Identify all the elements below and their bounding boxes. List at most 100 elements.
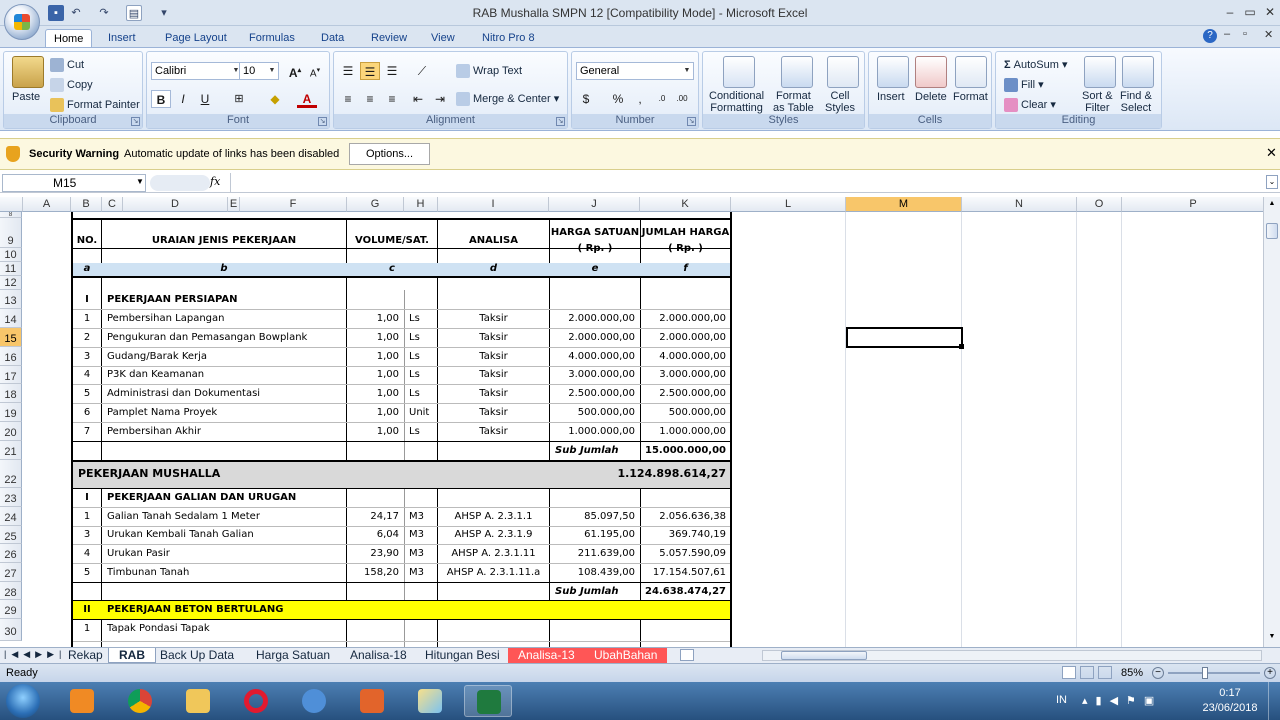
sheet-tab-analisa-18[interactable]: Analisa-18 xyxy=(340,648,417,663)
tab-data[interactable]: Data xyxy=(313,29,352,48)
align-bottom-icon[interactable]: ☰ xyxy=(382,62,402,80)
zoom-out-icon[interactable]: − xyxy=(1152,667,1164,679)
col-header-a[interactable]: A xyxy=(23,197,71,212)
sheet-tab-rab[interactable]: RAB xyxy=(108,648,156,663)
normal-view-icon[interactable] xyxy=(1062,666,1076,679)
row-header[interactable]: 28 xyxy=(0,582,22,600)
col-header-p[interactable]: P xyxy=(1122,197,1265,212)
fill-handle[interactable] xyxy=(959,344,964,349)
row-header[interactable]: 26 xyxy=(0,544,22,563)
page-break-view-icon[interactable] xyxy=(1098,666,1112,679)
options-button[interactable]: Options... xyxy=(349,143,430,165)
row-header[interactable]: 11 xyxy=(0,262,22,276)
ribbon-restore-icon[interactable]: ▫ xyxy=(1243,28,1247,40)
row-header[interactable]: 21 xyxy=(0,441,22,460)
taskbar-app[interactable] xyxy=(348,685,396,717)
cell-styles-icon[interactable] xyxy=(827,56,859,88)
name-box-dropdown-icon[interactable]: ▼ xyxy=(136,177,144,186)
col-header-j[interactable]: J xyxy=(549,197,640,212)
sheet-tab-rekap[interactable]: Rekap xyxy=(58,648,113,663)
tray-icons[interactable]: ▴▮◀⚑▣ xyxy=(1082,694,1162,707)
tab-view[interactable]: View xyxy=(423,29,463,48)
show-desktop-button[interactable] xyxy=(1268,682,1280,720)
taskbar-explorer[interactable] xyxy=(174,685,222,717)
fx-icon[interactable]: fx xyxy=(210,175,220,188)
expand-formula-icon[interactable]: ⌄ xyxy=(1266,175,1278,189)
help-icon[interactable]: ? xyxy=(1203,29,1217,43)
row-header[interactable]: 12 xyxy=(0,276,22,290)
language-indicator[interactable]: IN xyxy=(1056,694,1067,706)
sheet-tab-hitungan-besi[interactable]: Hitungan Besi xyxy=(415,648,510,663)
col-header-l[interactable]: L xyxy=(731,197,846,212)
tab-insert[interactable]: Insert xyxy=(100,29,144,48)
col-header-f[interactable]: F xyxy=(240,197,347,212)
tab-page-layout[interactable]: Page Layout xyxy=(157,29,235,48)
clipboard-dialog-icon[interactable]: ↘ xyxy=(131,117,140,126)
tab-formulas[interactable]: Formulas xyxy=(241,29,303,48)
insert-cells-icon[interactable] xyxy=(877,56,909,88)
number-format-select[interactable]: General ▼ xyxy=(576,62,694,80)
bold-icon[interactable]: B xyxy=(151,90,171,108)
row-header[interactable]: 14 xyxy=(0,309,22,328)
taskbar-paint[interactable] xyxy=(406,685,454,717)
selected-cell-m15[interactable] xyxy=(846,327,963,348)
taskbar-excel[interactable] xyxy=(464,685,512,717)
taskbar-chrome[interactable] xyxy=(116,685,164,717)
close-bar-icon[interactable]: ✕ xyxy=(1266,145,1277,161)
formula-input[interactable] xyxy=(230,173,1264,192)
number-dialog-icon[interactable]: ↘ xyxy=(687,117,696,126)
comma-style-icon[interactable]: , xyxy=(630,90,650,108)
sort-filter-icon[interactable] xyxy=(1084,56,1116,88)
paste-button[interactable]: Paste xyxy=(12,91,40,103)
paste-icon[interactable] xyxy=(12,56,44,88)
decrease-decimal-icon[interactable]: .00 xyxy=(672,90,692,108)
col-header-c[interactable]: C xyxy=(102,197,123,212)
col-header-i[interactable]: I xyxy=(438,197,549,212)
align-right-icon[interactable]: ≡ xyxy=(382,90,402,108)
sheet-tab-harga-satuan[interactable]: Harga Satuan xyxy=(246,648,340,663)
clear-button[interactable]: Clear ▾ xyxy=(1004,98,1056,113)
col-header-n[interactable]: N xyxy=(962,197,1077,212)
increase-indent-icon[interactable]: ⇥ xyxy=(430,90,450,108)
align-top-icon[interactable]: ☰ xyxy=(338,62,358,80)
row-header[interactable]: 30 xyxy=(0,619,22,641)
conditional-formatting-icon[interactable] xyxy=(723,56,755,88)
autosum-button[interactable]: Σ AutoSum ▾ xyxy=(1004,58,1068,71)
delete-cells-icon[interactable] xyxy=(915,56,947,88)
increase-decimal-icon[interactable]: .0 xyxy=(652,90,672,108)
row-header[interactable]: 23 xyxy=(0,488,22,507)
col-header-g[interactable]: G xyxy=(347,197,404,212)
name-box[interactable]: M15 xyxy=(2,174,146,192)
select-all-corner[interactable] xyxy=(0,197,23,212)
row-header[interactable]: 13 xyxy=(0,290,22,309)
col-header-k[interactable]: K xyxy=(640,197,731,212)
horizontal-scrollbar[interactable] xyxy=(762,650,1262,661)
wrap-text-button[interactable]: Wrap Text xyxy=(456,64,522,78)
taskbar-opera[interactable] xyxy=(232,685,280,717)
row-header[interactable]: 17 xyxy=(0,366,22,384)
scroll-up-icon[interactable]: ▲ xyxy=(1266,200,1278,210)
format-as-table-icon[interactable] xyxy=(781,56,813,88)
row-header[interactable]: 16 xyxy=(0,347,22,366)
tab-nitro[interactable]: Nitro Pro 8 xyxy=(474,29,543,48)
clock-time[interactable]: 0:17 xyxy=(1200,687,1260,699)
start-button[interactable] xyxy=(6,684,40,718)
alignment-dialog-icon[interactable]: ↘ xyxy=(556,117,565,126)
row-header[interactable]: 24 xyxy=(0,507,22,526)
font-size-select[interactable]: 10 ▼ xyxy=(239,62,279,80)
col-header-b[interactable]: B xyxy=(71,197,102,212)
scroll-down-icon[interactable]: ▼ xyxy=(1266,633,1278,643)
zoom-in-icon[interactable]: + xyxy=(1264,667,1276,679)
row-header[interactable]: 15 xyxy=(0,328,22,347)
col-header-o[interactable]: O xyxy=(1077,197,1122,212)
row-header[interactable]: 19 xyxy=(0,403,22,422)
conditional-formatting-button[interactable]: Conditional Formatting xyxy=(709,90,764,114)
maximize-icon[interactable]: ▭ xyxy=(1240,2,1260,22)
font-dialog-icon[interactable]: ↘ xyxy=(318,117,327,126)
zoom-level[interactable]: 85% xyxy=(1121,667,1143,679)
cut-button[interactable]: Cut xyxy=(50,58,84,72)
taskbar-media-player[interactable] xyxy=(58,685,106,717)
decrease-indent-icon[interactable]: ⇤ xyxy=(408,90,428,108)
row-header[interactable]: 29 xyxy=(0,600,22,619)
row-header[interactable]: 20 xyxy=(0,422,22,441)
